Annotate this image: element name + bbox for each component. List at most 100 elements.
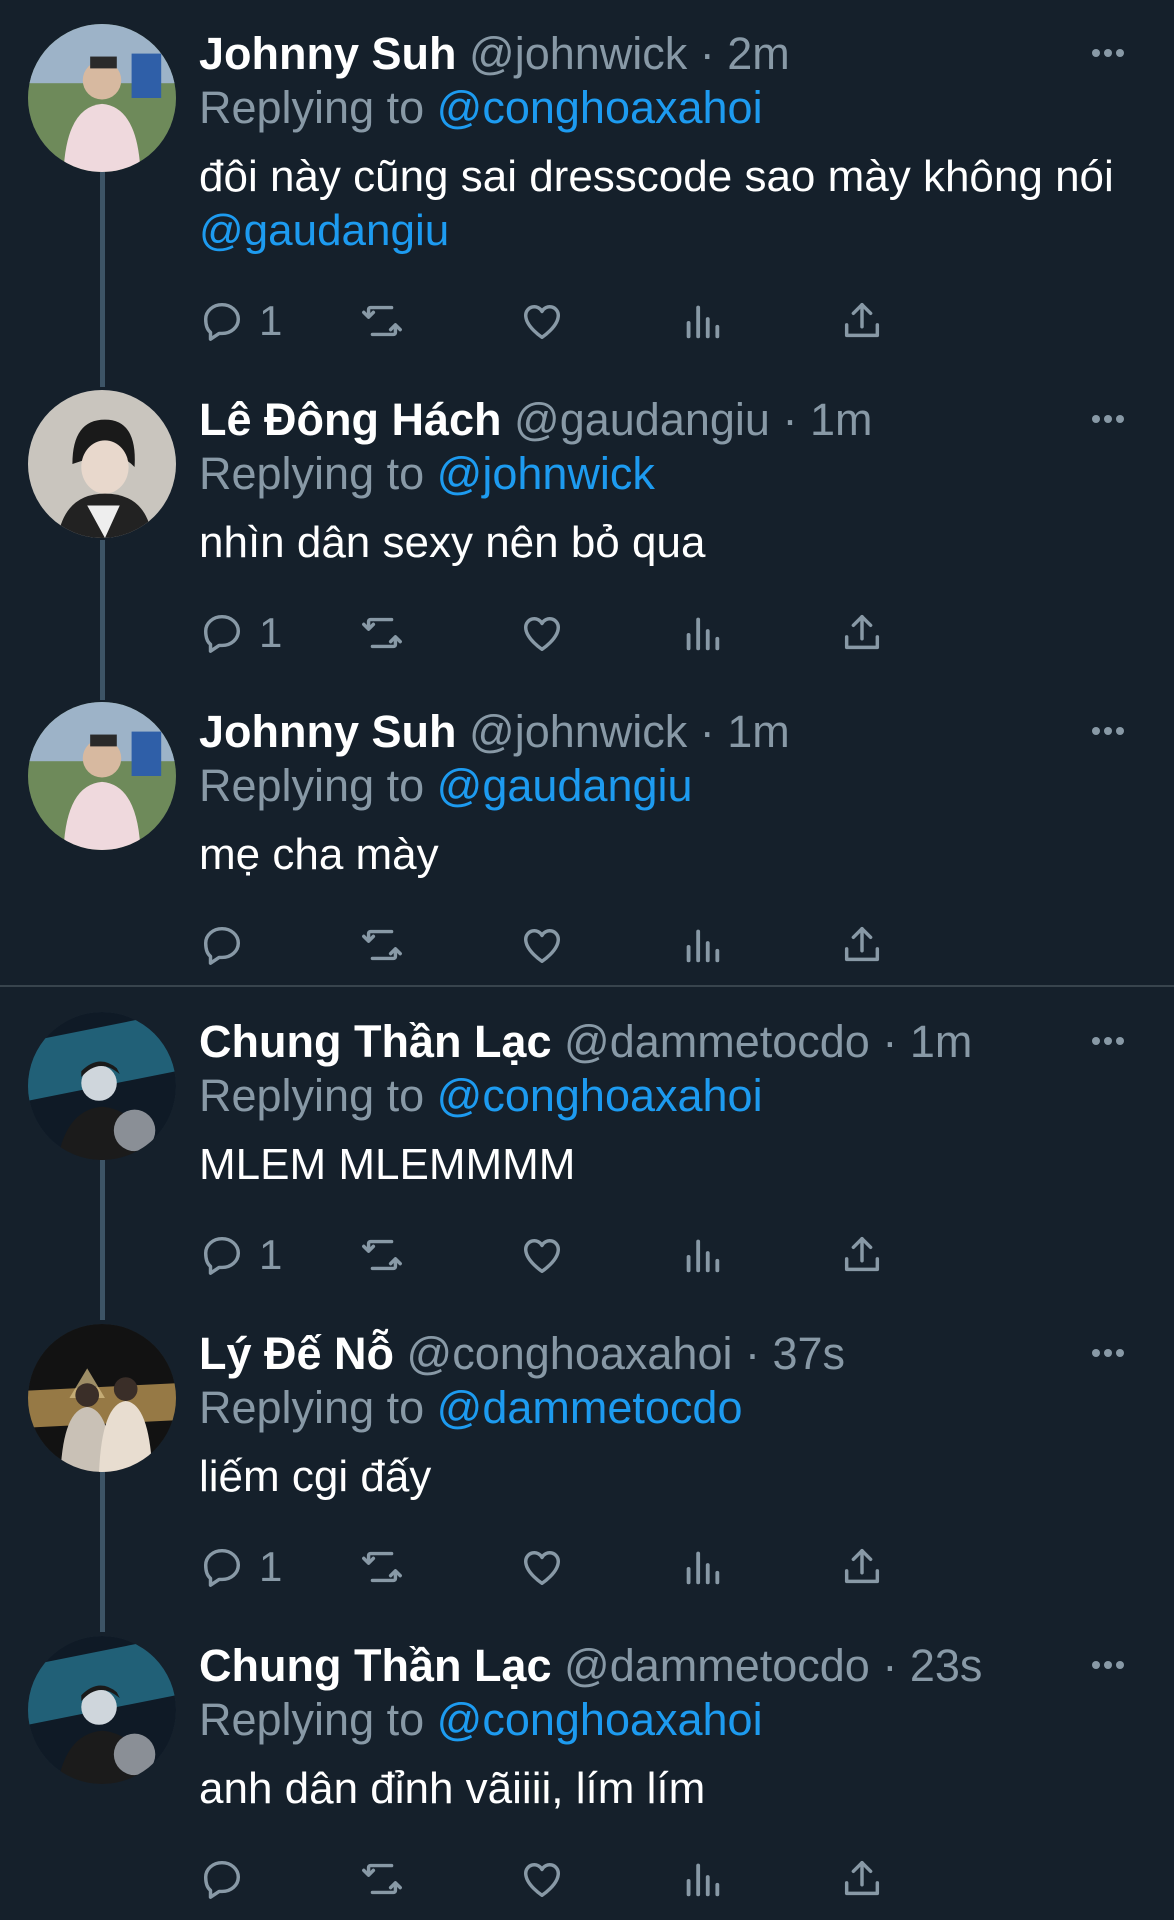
retweet-button[interactable] bbox=[359, 917, 405, 973]
more-icon[interactable] bbox=[1092, 722, 1132, 735]
display-name[interactable]: Chung Thần Lạc bbox=[199, 1016, 552, 1067]
user-handle[interactable]: @dammetocdo bbox=[564, 1640, 870, 1691]
reply-count: 1 bbox=[259, 297, 283, 344]
share-icon bbox=[844, 1236, 880, 1272]
tweet-text: nhìn dân sexy nên bỏ qua bbox=[199, 516, 1129, 570]
share-button[interactable] bbox=[839, 605, 885, 661]
replying-mention[interactable]: @conghoaxahoi bbox=[437, 1694, 763, 1745]
reply-button[interactable] bbox=[199, 1851, 259, 1907]
like-button[interactable] bbox=[519, 917, 565, 973]
like-button[interactable] bbox=[519, 1851, 565, 1907]
share-icon bbox=[844, 1860, 880, 1896]
replying-mention[interactable]: @conghoaxahoi bbox=[437, 1070, 763, 1121]
views-icon bbox=[686, 1863, 720, 1897]
timestamp[interactable]: 37s bbox=[772, 1328, 845, 1379]
reply-button[interactable]: 1 bbox=[199, 293, 282, 349]
thread-line bbox=[100, 172, 105, 387]
tweet-actions bbox=[199, 1851, 1059, 1907]
replying-label: Replying to bbox=[199, 760, 425, 811]
user-handle[interactable]: @johnwick bbox=[469, 28, 687, 79]
views-button[interactable] bbox=[679, 293, 725, 349]
tweet-text: mẹ cha mày bbox=[199, 828, 1129, 882]
views-icon bbox=[686, 1551, 720, 1585]
views-icon bbox=[686, 929, 720, 963]
tweet-actions: 1 bbox=[199, 293, 1059, 349]
separator-dot: · bbox=[869, 1640, 910, 1691]
like-button[interactable] bbox=[519, 1539, 565, 1595]
reply-icon bbox=[203, 1548, 241, 1587]
tweet-text: đôi này cũng sai dresscode sao mày không… bbox=[199, 150, 1129, 258]
heart-icon bbox=[523, 929, 561, 964]
share-button[interactable] bbox=[839, 1539, 885, 1595]
avatar[interactable] bbox=[28, 702, 176, 850]
replying-mention[interactable]: @dammetocdo bbox=[437, 1382, 743, 1433]
replying-mention[interactable]: @johnwick bbox=[437, 448, 655, 499]
tweet-actions: 1 bbox=[199, 605, 1059, 661]
share-icon bbox=[844, 614, 880, 650]
more-icon[interactable] bbox=[1092, 410, 1132, 423]
retweet-button[interactable] bbox=[359, 605, 405, 661]
timestamp[interactable]: 2m bbox=[727, 28, 790, 79]
user-handle[interactable]: @dammetocdo bbox=[564, 1016, 870, 1067]
avatar[interactable] bbox=[28, 1636, 176, 1784]
tweet-header: Lý Đế Nỗ @conghoaxahoi · 37s bbox=[199, 1328, 845, 1380]
reply-button[interactable]: 1 bbox=[199, 1227, 282, 1283]
replying-mention[interactable]: @conghoaxahoi bbox=[437, 82, 763, 133]
more-icon[interactable] bbox=[1092, 1656, 1132, 1669]
share-button[interactable] bbox=[839, 1227, 885, 1283]
retweet-icon bbox=[362, 1239, 402, 1271]
avatar[interactable] bbox=[28, 1012, 176, 1160]
share-button[interactable] bbox=[839, 293, 885, 349]
timestamp[interactable]: 23s bbox=[910, 1640, 983, 1691]
reply-icon bbox=[203, 302, 241, 341]
avatar[interactable] bbox=[28, 1324, 176, 1472]
replying-mention[interactable]: @gaudangiu bbox=[437, 760, 693, 811]
like-button[interactable] bbox=[519, 605, 565, 661]
display-name[interactable]: Chung Thần Lạc bbox=[199, 1640, 552, 1691]
timestamp[interactable]: 1m bbox=[910, 1016, 973, 1067]
heart-icon bbox=[523, 1863, 561, 1898]
tweet-header: Lê Đông Hách @gaudangiu · 1m bbox=[199, 394, 872, 446]
views-button[interactable] bbox=[679, 605, 725, 661]
views-button[interactable] bbox=[679, 917, 725, 973]
more-icon[interactable] bbox=[1092, 1032, 1132, 1045]
user-handle[interactable]: @gaudangiu bbox=[514, 394, 770, 445]
retweet-button[interactable] bbox=[359, 293, 405, 349]
reply-button[interactable]: 1 bbox=[199, 1539, 282, 1595]
views-button[interactable] bbox=[679, 1227, 725, 1283]
reply-button[interactable] bbox=[199, 917, 259, 973]
retweet-button[interactable] bbox=[359, 1851, 405, 1907]
views-button[interactable] bbox=[679, 1539, 725, 1595]
avatar[interactable] bbox=[28, 390, 176, 538]
tweet-text-content: nhìn dân sexy nên bỏ qua bbox=[199, 518, 706, 567]
like-button[interactable] bbox=[519, 1227, 565, 1283]
more-icon[interactable] bbox=[1092, 44, 1132, 57]
like-button[interactable] bbox=[519, 293, 565, 349]
display-name[interactable]: Lý Đế Nỗ bbox=[199, 1328, 394, 1379]
share-button[interactable] bbox=[839, 917, 885, 973]
replying-label: Replying to bbox=[199, 82, 425, 133]
views-button[interactable] bbox=[679, 1851, 725, 1907]
separator-dot: · bbox=[732, 1328, 773, 1379]
avatar[interactable] bbox=[28, 24, 176, 172]
retweet-icon bbox=[362, 929, 402, 961]
reply-button[interactable]: 1 bbox=[199, 605, 282, 661]
share-button[interactable] bbox=[839, 1851, 885, 1907]
retweet-button[interactable] bbox=[359, 1539, 405, 1595]
display-name[interactable]: Johnny Suh bbox=[199, 28, 457, 79]
tweet-mention[interactable]: @gaudangiu bbox=[199, 206, 449, 255]
user-handle[interactable]: @johnwick bbox=[469, 706, 687, 757]
heart-icon bbox=[523, 1551, 561, 1586]
retweet-button[interactable] bbox=[359, 1227, 405, 1283]
separator-dot: · bbox=[687, 28, 728, 79]
views-icon bbox=[686, 305, 720, 339]
replying-to: Replying to @gaudangiu bbox=[199, 760, 693, 812]
display-name[interactable]: Johnny Suh bbox=[199, 706, 457, 757]
timestamp[interactable]: 1m bbox=[727, 706, 790, 757]
timestamp[interactable]: 1m bbox=[810, 394, 873, 445]
more-icon[interactable] bbox=[1092, 1344, 1132, 1357]
display-name[interactable]: Lê Đông Hách bbox=[199, 394, 502, 445]
tweet-text-content: anh dân đỉnh vãiiii, lím lím bbox=[199, 1764, 706, 1813]
user-handle[interactable]: @conghoaxahoi bbox=[407, 1328, 733, 1379]
share-icon bbox=[844, 1548, 880, 1584]
